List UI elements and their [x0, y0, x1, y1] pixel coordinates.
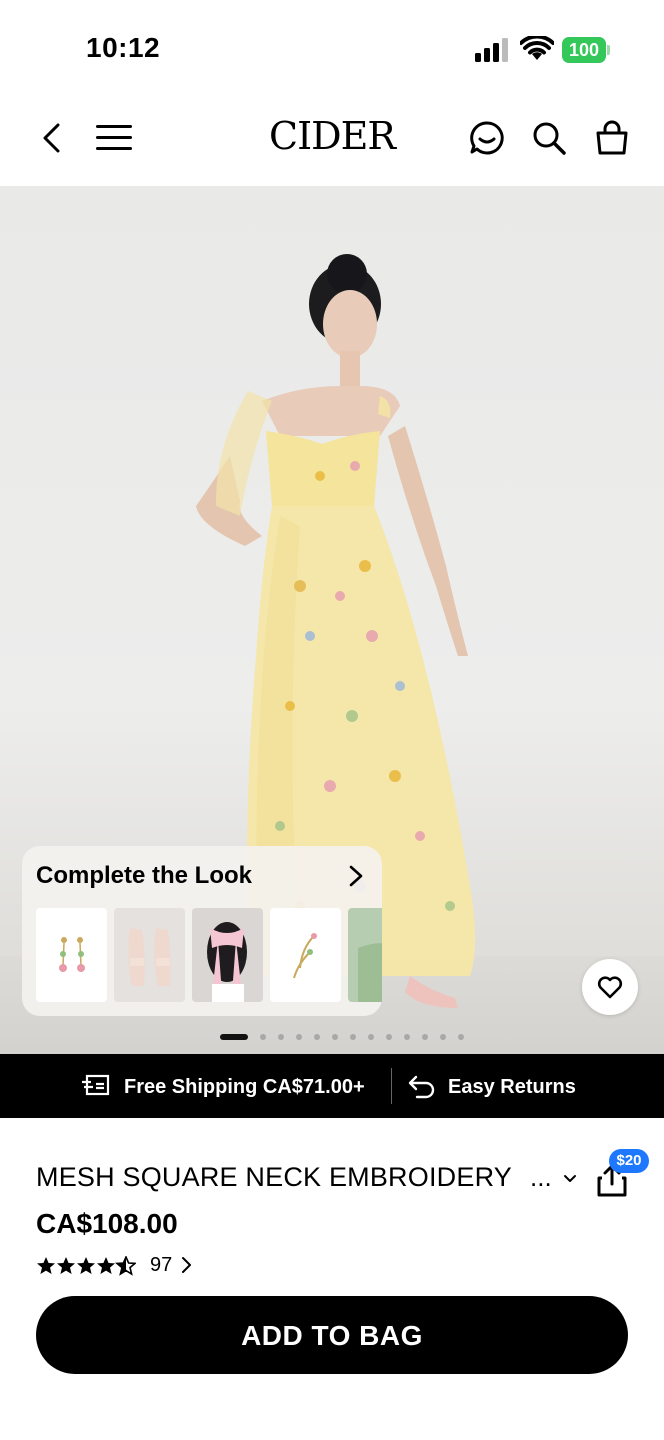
product-price: CA$108.00 — [36, 1208, 178, 1239]
top-nav: CIDER — [0, 100, 664, 186]
battery-level: 100 — [562, 37, 606, 63]
carousel-dot[interactable] — [404, 1034, 410, 1040]
brand-logo[interactable]: CIDER — [232, 114, 432, 158]
thumbnail-hair-clips[interactable] — [270, 908, 341, 1002]
carousel-dot[interactable] — [296, 1034, 302, 1040]
shipping-icon — [82, 1074, 110, 1096]
carousel-dot[interactable] — [350, 1034, 356, 1040]
add-to-bag-button[interactable]: ADD TO BAG — [36, 1296, 628, 1374]
carousel-dot[interactable] — [458, 1034, 464, 1040]
search-icon[interactable] — [531, 120, 567, 156]
carousel-dot[interactable] — [220, 1034, 248, 1040]
share-reward-badge: $20 — [609, 1149, 649, 1173]
thumbnail-hair-bow[interactable] — [192, 908, 263, 1002]
wifi-icon — [520, 36, 554, 60]
chevron-right-icon[interactable] — [346, 864, 366, 888]
carousel-indicator — [220, 1034, 464, 1040]
carousel-dot[interactable] — [368, 1034, 374, 1040]
favorite-button[interactable] — [582, 959, 638, 1015]
star-rating-icon — [37, 1256, 136, 1276]
product-image-carousel[interactable]: Complete the Look — [0, 186, 664, 1054]
thumbnail-green-item[interactable] — [348, 908, 382, 1002]
chevron-down-icon[interactable] — [563, 1174, 577, 1184]
status-time: 10:12 — [86, 32, 161, 63]
chevron-right-icon[interactable] — [180, 1256, 192, 1274]
bag-icon[interactable] — [594, 120, 630, 156]
carousel-dot[interactable] — [386, 1034, 392, 1040]
promo-bar: Free Shipping CA$71.00+ Easy Returns — [0, 1054, 664, 1118]
title-ellipsis[interactable]: ... — [530, 1162, 552, 1193]
chat-icon[interactable] — [469, 120, 505, 156]
product-title[interactable]: MESH SQUARE NECK EMBROIDERY — [36, 1162, 512, 1193]
carousel-dot[interactable] — [314, 1034, 320, 1040]
rating[interactable]: 97 — [36, 1252, 216, 1276]
carousel-dot[interactable] — [440, 1034, 446, 1040]
cellular-signal-icon — [475, 38, 508, 62]
carousel-dot[interactable] — [278, 1034, 284, 1040]
thumbnail-earrings[interactable] — [36, 908, 107, 1002]
thumbnail-mules[interactable] — [114, 908, 185, 1002]
complete-the-look-title: Complete the Look — [36, 862, 253, 889]
carousel-dot[interactable] — [260, 1034, 266, 1040]
back-icon[interactable] — [40, 122, 64, 154]
carousel-dot[interactable] — [332, 1034, 338, 1040]
complete-the-look-thumbnails — [36, 908, 382, 1002]
battery-icon: 100 — [562, 37, 610, 63]
carousel-dot[interactable] — [422, 1034, 428, 1040]
return-icon — [408, 1075, 435, 1099]
review-count[interactable]: 97 — [150, 1254, 172, 1277]
menu-icon[interactable] — [96, 124, 132, 152]
status-bar: 10:12 100 — [0, 0, 664, 100]
free-shipping-text[interactable]: Free Shipping CA$71.00+ — [124, 1076, 365, 1099]
heart-icon — [597, 976, 623, 999]
complete-the-look-card[interactable]: Complete the Look — [22, 846, 382, 1016]
promo-divider — [391, 1068, 392, 1104]
easy-returns-text[interactable]: Easy Returns — [448, 1076, 576, 1099]
